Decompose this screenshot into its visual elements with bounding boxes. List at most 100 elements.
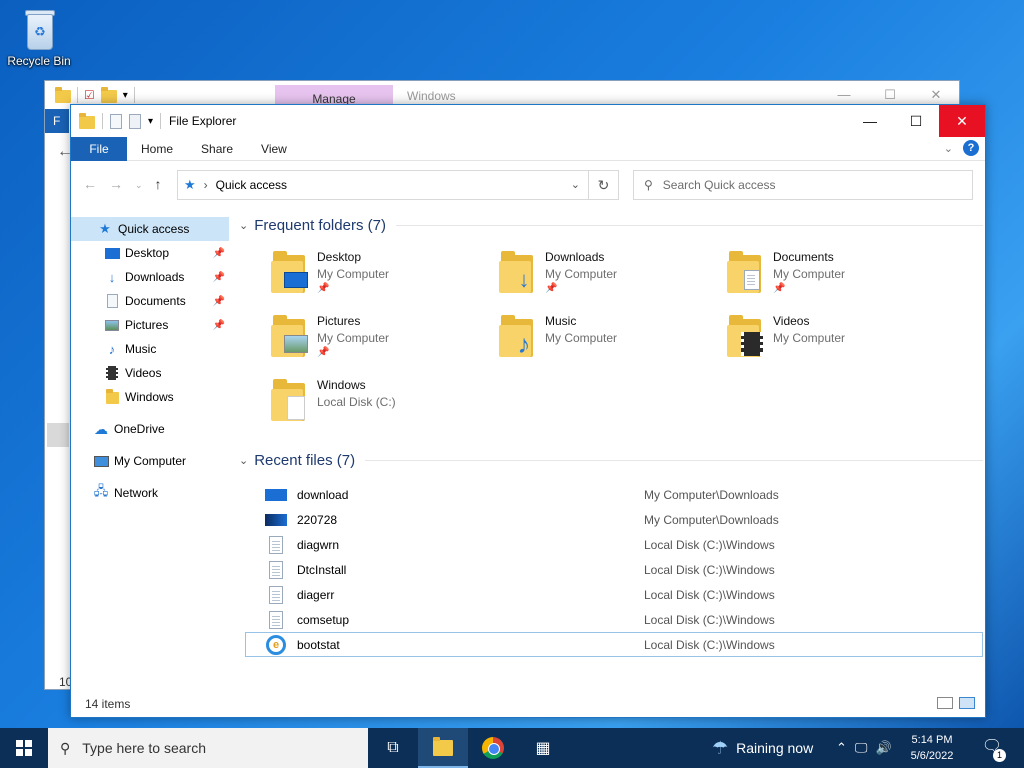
tab-share[interactable]: Share — [187, 137, 247, 161]
collapse-chevron-icon[interactable]: ⌄ — [239, 219, 248, 232]
item-count: 14 items — [85, 697, 131, 711]
list-item[interactable]: download My Computer\Downloads — [235, 482, 983, 507]
address-dropdown-icon[interactable]: ⌄ — [571, 178, 580, 191]
explorer-icon — [79, 112, 95, 129]
clock[interactable]: 5:14 PM 5/6/2022 — [906, 732, 958, 764]
file-explorer-window[interactable]: ▾ File Explorer — ☐ ✕ File Home Share Vi… — [70, 104, 986, 718]
pin-icon[interactable]: 📌 — [213, 272, 225, 283]
minimize-button[interactable]: — — [847, 105, 893, 137]
expand-ribbon-icon[interactable]: ⌄ — [944, 142, 953, 155]
forward-arrow-icon[interactable]: → — [109, 176, 123, 192]
network-icon[interactable]: 🖵 — [855, 740, 868, 756]
desktop-folder-icon — [271, 249, 311, 295]
folder-tile-windows[interactable]: Windows Local Disk (C:) — [271, 377, 491, 437]
file-path: My Computer\Downloads — [644, 487, 779, 502]
task-view-icon[interactable]: ⧉ — [368, 728, 418, 768]
list-item[interactable]: comsetup Local Disk (C:)\Windows — [235, 607, 983, 632]
sidebar-item-videos[interactable]: Videos — [71, 361, 229, 385]
back-arrow-icon[interactable]: ← — [83, 176, 97, 192]
cloud-icon: ☁ — [94, 420, 108, 437]
folder-tile-pictures[interactable]: Pictures My Computer 📌 — [271, 313, 491, 373]
pin-icon[interactable]: 📌 — [213, 320, 225, 331]
breadcrumb-chevron-icon[interactable]: › — [204, 178, 208, 192]
folder-tile-downloads[interactable]: ↓ Downloads My Computer 📌 — [499, 249, 719, 309]
list-item[interactable]: diagwrn Local Disk (C:)\Windows — [235, 532, 983, 557]
frequent-folders-header[interactable]: ⌄ Frequent folders (7) — [235, 213, 983, 237]
sidebar-item-desktop[interactable]: Desktop 📌 — [71, 241, 229, 265]
weather-widget[interactable]: ☂ Raining now — [712, 728, 813, 768]
sidebar-item-downloads[interactable]: ↓ Downloads 📌 — [71, 265, 229, 289]
list-item[interactable]: 220728 My Computer\Downloads — [235, 507, 983, 532]
file-name: diagerr — [297, 587, 335, 602]
pin-icon[interactable]: 📌 — [213, 248, 225, 259]
recent-files-header[interactable]: ⌄ Recent files (7) — [235, 448, 983, 472]
close-button[interactable]: ✕ — [939, 105, 985, 137]
start-button[interactable] — [0, 728, 48, 768]
details-view-icon[interactable] — [937, 697, 953, 709]
search-icon: ⚲ — [60, 739, 71, 756]
calendar-icon[interactable]: ▦ — [518, 728, 568, 768]
maximize-button[interactable]: ☐ — [893, 105, 939, 137]
tab-home[interactable]: Home — [127, 137, 187, 161]
folder-location: My Computer — [317, 331, 390, 345]
folder-name: Windows — [317, 378, 366, 392]
collapse-chevron-icon[interactable]: ⌄ — [239, 454, 248, 467]
up-arrow-icon[interactable]: ↑ — [155, 176, 162, 192]
list-item[interactable]: diagerr Local Disk (C:)\Windows — [235, 582, 983, 607]
sidebar-item-pictures[interactable]: Pictures 📌 — [71, 313, 229, 337]
sidebar-item-my-computer[interactable]: My Computer — [71, 449, 229, 473]
list-item[interactable]: DtcInstall Local Disk (C:)\Windows — [235, 557, 983, 582]
documents-icon — [104, 293, 120, 309]
notification-badge: 1 — [993, 749, 1006, 762]
frequent-folders-grid: Desktop My Computer 📌 ↓ Downloads My Comput… — [235, 237, 983, 447]
navigation-pane: ★ Quick access Desktop 📌 ↓ Downloads 📌 D… — [71, 217, 229, 697]
chrome-icon[interactable] — [468, 728, 518, 768]
file-explorer-taskbar-icon[interactable] — [418, 728, 468, 768]
new-folder-icon[interactable] — [129, 113, 141, 129]
title-bar[interactable]: ▾ File Explorer — ☐ ✕ — [71, 105, 985, 137]
folder-name: Documents — [773, 250, 834, 264]
address-path[interactable]: Quick access — [216, 178, 287, 192]
back-file-tab[interactable]: F — [45, 109, 69, 133]
pin-icon[interactable]: 📌 — [213, 296, 225, 307]
list-item-selected[interactable]: e bootstat Local Disk (C:)\Windows — [245, 632, 983, 657]
folder-tile-music[interactable]: ♪ Music My Computer — [499, 313, 719, 373]
sidebar-item-onedrive[interactable]: ☁ OneDrive — [71, 417, 229, 441]
clock-date: 5/6/2022 — [910, 750, 954, 762]
quick-access-toolbar: ▾ — [71, 112, 162, 129]
customize-qat-icon[interactable]: ▾ — [123, 90, 128, 101]
sidebar-item-label: Music — [125, 342, 157, 356]
sidebar-item-music[interactable]: ♪ Music — [71, 337, 229, 361]
properties-icon[interactable]: ☑ — [84, 88, 95, 102]
taskbar-search-input[interactable]: ⚲ Type here to search — [48, 728, 368, 768]
file-name: 220728 — [297, 512, 338, 527]
customize-qat-icon[interactable]: ▾ — [148, 116, 153, 127]
folder-tile-documents[interactable]: Documents My Computer 📌 — [727, 249, 947, 309]
sidebar-item-network[interactable]: 🖧 Network — [71, 481, 229, 505]
download-arrow-icon: ↓ — [108, 269, 116, 285]
folder-icon — [104, 389, 120, 405]
text-document-icon — [265, 609, 287, 631]
search-input[interactable]: ⚲ Search Quick access — [633, 170, 973, 200]
folder-tile-videos[interactable]: Videos My Computer — [727, 313, 947, 373]
address-bar[interactable]: ★ › Quick access ⌄ — [177, 170, 589, 200]
large-icons-view-icon[interactable] — [959, 697, 975, 709]
new-folder-icon[interactable] — [100, 86, 117, 103]
sidebar-item-quick-access[interactable]: ★ Quick access — [71, 217, 229, 241]
sidebar-item-label: Desktop — [125, 246, 170, 260]
system-tray: ⌃ 🖵 🔊 — [836, 728, 892, 768]
pin-icon: 📌 — [317, 347, 330, 358]
properties-icon[interactable] — [110, 113, 122, 129]
sidebar-item-windows[interactable]: Windows — [71, 385, 229, 409]
recycle-bin[interactable]: ♻ Recycle Bin — [6, 8, 72, 68]
folder-tile-desktop[interactable]: Desktop My Computer 📌 — [271, 249, 491, 309]
action-center-button[interactable]: 🗨 1 — [980, 736, 1006, 762]
help-icon[interactable]: ? — [963, 140, 979, 156]
show-hidden-icons-icon[interactable]: ⌃ — [836, 740, 847, 756]
refresh-button[interactable]: ↻ — [589, 170, 619, 200]
sidebar-item-documents[interactable]: Documents 📌 — [71, 289, 229, 313]
tab-view[interactable]: View — [247, 137, 301, 161]
recent-locations-icon[interactable]: ⌄ — [135, 180, 143, 192]
tab-file[interactable]: File — [71, 136, 127, 161]
volume-icon[interactable]: 🔊 — [875, 740, 891, 756]
